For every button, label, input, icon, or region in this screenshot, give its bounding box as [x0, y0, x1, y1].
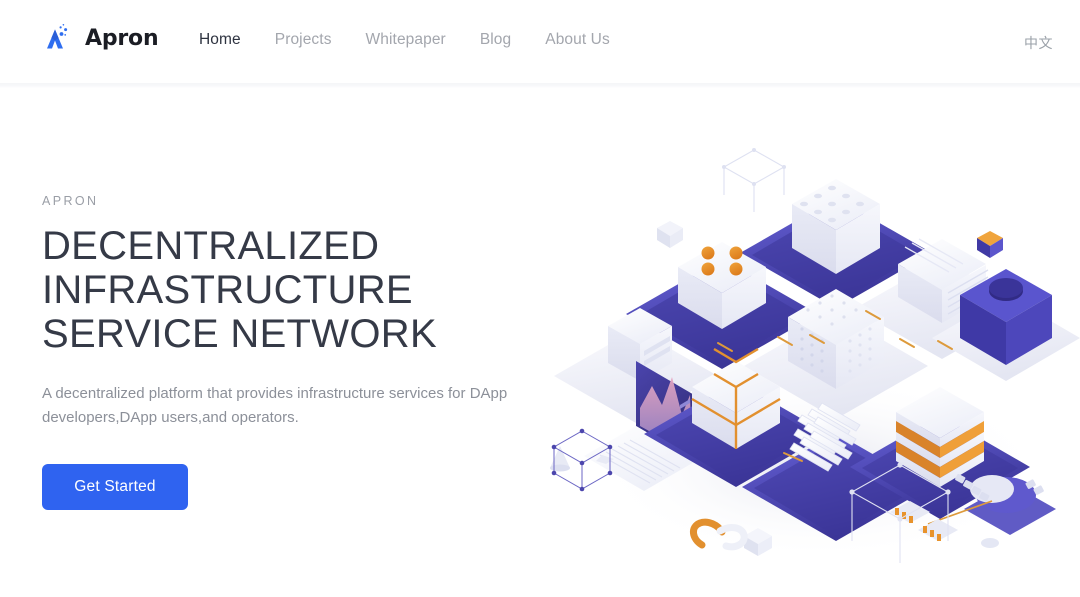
- iso-block-orange-database: [896, 387, 984, 487]
- iso-laptop: [584, 361, 696, 491]
- iso-block-orange-spheres: [678, 242, 766, 329]
- language-toggle[interactable]: 中文: [1024, 33, 1053, 53]
- iso-connector-pins: [717, 310, 953, 462]
- iso-small-cube-bottom: [744, 528, 772, 556]
- headline-line-2: INFRASTRUCTURE: [42, 268, 413, 312]
- hero-illustration: [540, 143, 1080, 583]
- iso-block-package-box: [691, 347, 781, 449]
- nav-item-home[interactable]: Home: [199, 31, 241, 49]
- iso-connector-chips: [890, 501, 958, 541]
- header-bottom-divider: [0, 83, 1080, 88]
- headline-line-1: DECENTRALIZED: [42, 224, 380, 268]
- hero-subtitle: A decentralized platform that provides i…: [42, 385, 508, 426]
- iso-tile-dark-e: [850, 415, 1030, 519]
- wireframe-cube-top: [722, 148, 786, 212]
- iso-small-cube-left: [657, 221, 683, 248]
- nav-item-blog[interactable]: Blog: [480, 31, 511, 49]
- brand-logo-link[interactable]: Apron: [42, 22, 159, 54]
- iso-gear-assembly: [890, 473, 1056, 548]
- iso-small-cube-orange: [977, 231, 1003, 258]
- iso-tile-dark-a: [740, 198, 932, 308]
- nav-item-whitepaper[interactable]: Whitepaper: [366, 31, 446, 49]
- iso-block-grid-tower: [792, 179, 880, 274]
- wireframe-cube-bottom-left: [551, 428, 613, 492]
- iso-tile-dark-b: [626, 259, 818, 369]
- primary-navigation: Home Projects Whitepaper Blog About Us: [199, 31, 610, 49]
- iso-tile-light-left: [554, 329, 718, 423]
- iso-tile-light-a: [854, 259, 1030, 359]
- iso-cone-shape: [550, 446, 570, 472]
- iso-tile-light-center: [744, 313, 928, 419]
- brand-name: Apron: [85, 25, 159, 51]
- iso-block-striped-server: [898, 238, 989, 323]
- hero-eyebrow: APRON: [42, 194, 99, 208]
- hero-section: APRON DECENTRALIZED INFRASTRUCTURE SERVI…: [0, 88, 1080, 597]
- page-title: DECENTRALIZED INFRASTRUCTURE SERVICE NET…: [42, 224, 542, 356]
- wireframe-cube-bottom-right: [849, 462, 951, 563]
- headline-line-3: SERVICE NETWORK: [42, 312, 437, 356]
- iso-block-stacked-bars: [789, 402, 861, 472]
- iso-flake-shape: [596, 455, 614, 464]
- hero-copy: APRON DECENTRALIZED INFRASTRUCTURE SERVI…: [42, 194, 542, 510]
- site-header: Apron Home Projects Whitepaper Blog Abou…: [0, 0, 1080, 83]
- nav-item-about-us[interactable]: About Us: [545, 31, 610, 49]
- iso-chain-link: [690, 518, 748, 551]
- iso-block-blue-hole-cube: [960, 269, 1052, 365]
- iso-tile-dark-d: [742, 433, 930, 541]
- nav-item-projects[interactable]: Projects: [275, 31, 332, 49]
- get-started-button[interactable]: Get Started: [42, 464, 188, 510]
- apron-triangle-logo-icon: [42, 22, 76, 54]
- iso-tile-light-right: [932, 295, 1080, 381]
- iso-block-dotted-cube: [788, 289, 884, 389]
- iso-tile-dark-c: [644, 381, 828, 487]
- iso-block-books: [608, 308, 672, 381]
- landing-page: Apron Home Projects Whitepaper Blog Abou…: [0, 0, 1080, 597]
